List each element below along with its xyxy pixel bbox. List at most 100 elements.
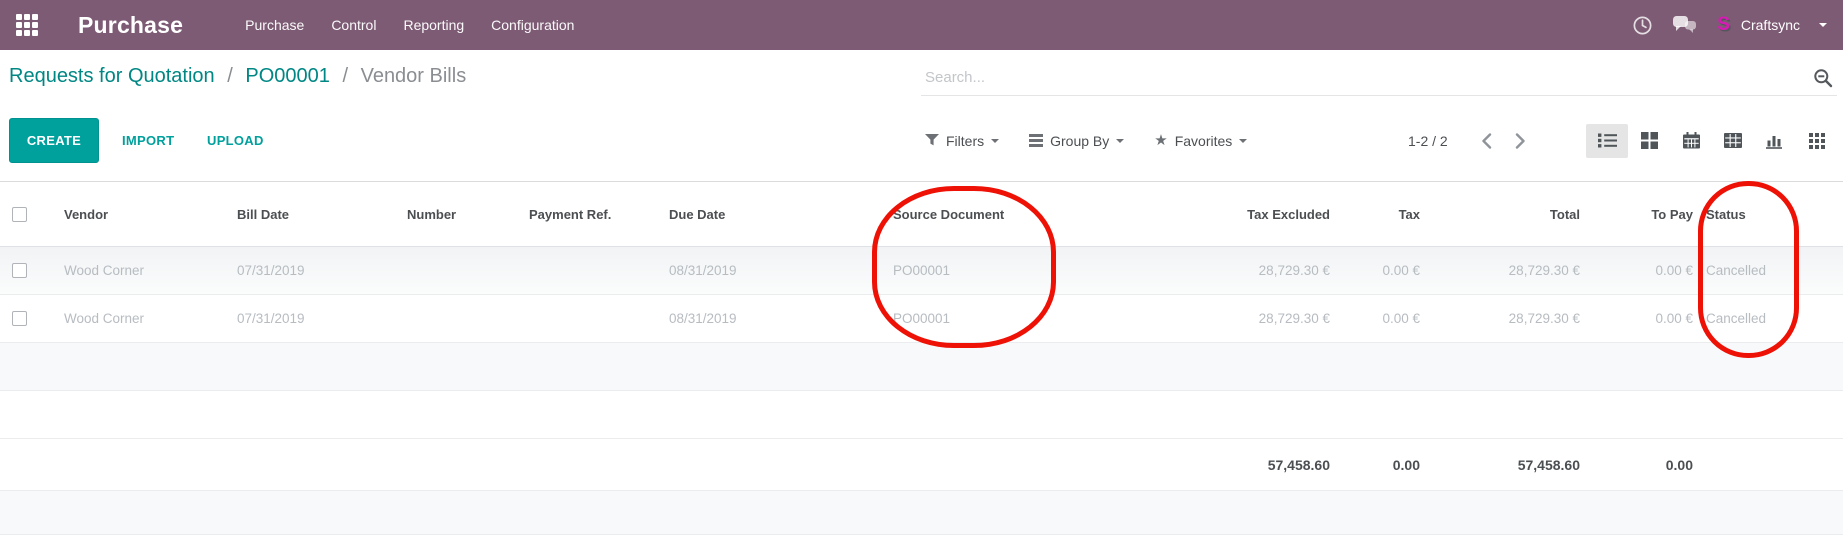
breadcrumb-separator: / xyxy=(342,65,348,87)
cell-status: Cancelled xyxy=(1693,295,1843,343)
column-header-bill-date[interactable]: Bill Date xyxy=(225,182,395,247)
empty-row xyxy=(0,491,1843,535)
row-checkbox[interactable] xyxy=(12,263,27,278)
cell-vendor: Wood Corner xyxy=(40,295,225,343)
chevron-down-icon xyxy=(1239,139,1247,143)
nav-item-purchase[interactable]: Purchase xyxy=(245,17,304,33)
column-header-tax[interactable]: Tax xyxy=(1330,182,1420,247)
app-name[interactable]: Purchase xyxy=(78,12,183,39)
favorites-label: Favorites xyxy=(1175,133,1233,149)
cell-source-document: PO00001 xyxy=(747,295,1057,343)
nav-item-reporting[interactable]: Reporting xyxy=(403,17,464,33)
column-header-payment-ref[interactable]: Payment Ref. xyxy=(517,182,657,247)
breadcrumb-current: Vendor Bills xyxy=(361,65,467,87)
column-header-due-date[interactable]: Due Date xyxy=(657,182,747,247)
filters-label: Filters xyxy=(946,133,984,149)
pivot-view-icon[interactable] xyxy=(1712,124,1754,158)
breadcrumb-link-po00001[interactable]: PO00001 xyxy=(245,65,330,87)
chevron-right-icon[interactable] xyxy=(1508,126,1534,156)
cell-tax-excluded: 28,729.30 € xyxy=(1057,295,1330,343)
nav-item-configuration[interactable]: Configuration xyxy=(491,17,574,33)
pager-range: 1-2 / 2 xyxy=(1408,133,1448,149)
column-header-number[interactable]: Number xyxy=(395,182,517,247)
total-tax: 0.00 xyxy=(1330,439,1420,491)
chevron-down-icon[interactable] xyxy=(1819,23,1827,27)
column-header-tax-excluded[interactable]: Tax Excluded xyxy=(1057,182,1330,247)
table-header-row: Vendor Bill Date Number Payment Ref. Due… xyxy=(0,182,1843,247)
cell-due-date: 08/31/2019 xyxy=(657,247,747,295)
filters-dropdown[interactable]: Filters xyxy=(925,133,999,149)
table-row[interactable]: Wood Corner 07/31/2019 08/31/2019 PO0000… xyxy=(0,247,1843,295)
group-by-dropdown[interactable]: Group By xyxy=(1029,133,1124,149)
cell-tax-excluded: 28,729.30 € xyxy=(1057,247,1330,295)
search-bar xyxy=(921,60,1837,96)
cell-payment-ref xyxy=(517,295,657,343)
breadcrumb-separator: / xyxy=(227,65,233,87)
row-select-cell xyxy=(0,295,40,343)
avatar[interactable]: S xyxy=(1717,15,1730,35)
messages-chat-icon[interactable] xyxy=(1672,15,1698,35)
filter-icon xyxy=(925,134,939,147)
breadcrumb: Requests for Quotation / PO00001 / Vendo… xyxy=(9,63,466,89)
upload-button[interactable]: UPLOAD xyxy=(207,118,264,163)
control-panel: Requests for Quotation / PO00001 / Vendo… xyxy=(0,50,1843,181)
column-header-status[interactable]: Status xyxy=(1693,182,1843,247)
totals-row: 57,458.60 0.00 57,458.60 0.00 xyxy=(0,439,1843,491)
cell-bill-date: 07/31/2019 xyxy=(225,295,395,343)
activities-clock-icon[interactable] xyxy=(1632,15,1653,36)
group-by-icon xyxy=(1029,134,1043,147)
cell-number xyxy=(395,295,517,343)
nav-item-control[interactable]: Control xyxy=(331,17,376,33)
cell-vendor: Wood Corner xyxy=(40,247,225,295)
view-switcher xyxy=(1586,118,1838,163)
top-navbar: Purchase Purchase Control Reporting Conf… xyxy=(0,0,1843,50)
cell-to-pay: 0.00 € xyxy=(1580,295,1693,343)
empty-row xyxy=(0,391,1843,439)
graph-view-icon[interactable] xyxy=(1754,124,1796,158)
cell-to-pay: 0.00 € xyxy=(1580,247,1693,295)
import-button[interactable]: IMPORT xyxy=(122,118,174,163)
empty-row xyxy=(0,343,1843,391)
chevron-down-icon xyxy=(1116,139,1124,143)
search-options: Filters Group By ★ Favorites xyxy=(925,118,1247,163)
calendar-view-icon[interactable] xyxy=(1670,124,1712,158)
grid-view-icon[interactable] xyxy=(1796,124,1838,158)
row-checkbox[interactable] xyxy=(12,311,27,326)
main-menu: Purchase Control Reporting Configuration xyxy=(245,17,574,33)
favorites-dropdown[interactable]: ★ Favorites xyxy=(1154,133,1247,149)
cell-due-date: 08/31/2019 xyxy=(657,295,747,343)
table-row[interactable]: Wood Corner 07/31/2019 08/31/2019 PO0000… xyxy=(0,295,1843,343)
apps-menu-icon[interactable] xyxy=(16,14,38,36)
kanban-view-icon[interactable] xyxy=(1628,124,1670,158)
cell-tax: 0.00 € xyxy=(1330,295,1420,343)
cell-total: 28,729.30 € xyxy=(1420,295,1580,343)
star-icon: ★ xyxy=(1154,134,1167,148)
total-to-pay: 0.00 xyxy=(1580,439,1693,491)
navbar-systray: S Craftsync xyxy=(1632,15,1827,36)
chevron-left-icon[interactable] xyxy=(1474,126,1500,156)
create-button[interactable]: CREATE xyxy=(9,118,99,163)
breadcrumb-link-requests-for-quotation[interactable]: Requests for Quotation xyxy=(9,65,215,87)
column-header-to-pay[interactable]: To Pay xyxy=(1580,182,1693,247)
cell-tax: 0.00 € xyxy=(1330,247,1420,295)
select-all-cell xyxy=(0,182,40,247)
total-total: 57,458.60 xyxy=(1420,439,1580,491)
cell-total: 28,729.30 € xyxy=(1420,247,1580,295)
select-all-checkbox[interactable] xyxy=(12,207,27,222)
search-icon[interactable] xyxy=(1813,68,1833,93)
chevron-down-icon xyxy=(991,139,999,143)
pager: 1-2 / 2 xyxy=(1408,118,1542,163)
search-input[interactable] xyxy=(921,60,1837,95)
row-select-cell xyxy=(0,247,40,295)
list-view-icon[interactable] xyxy=(1586,124,1628,158)
column-header-vendor[interactable]: Vendor xyxy=(40,182,225,247)
cell-source-document: PO00001 xyxy=(747,247,1057,295)
cell-payment-ref xyxy=(517,247,657,295)
group-by-label: Group By xyxy=(1050,133,1109,149)
vendor-bills-list: Vendor Bill Date Number Payment Ref. Due… xyxy=(0,181,1843,535)
column-header-total[interactable]: Total xyxy=(1420,182,1580,247)
total-tax-excluded: 57,458.60 xyxy=(1057,439,1330,491)
column-header-source-document[interactable]: Source Document xyxy=(747,182,1057,247)
cell-number xyxy=(395,247,517,295)
user-menu[interactable]: Craftsync xyxy=(1741,17,1800,33)
